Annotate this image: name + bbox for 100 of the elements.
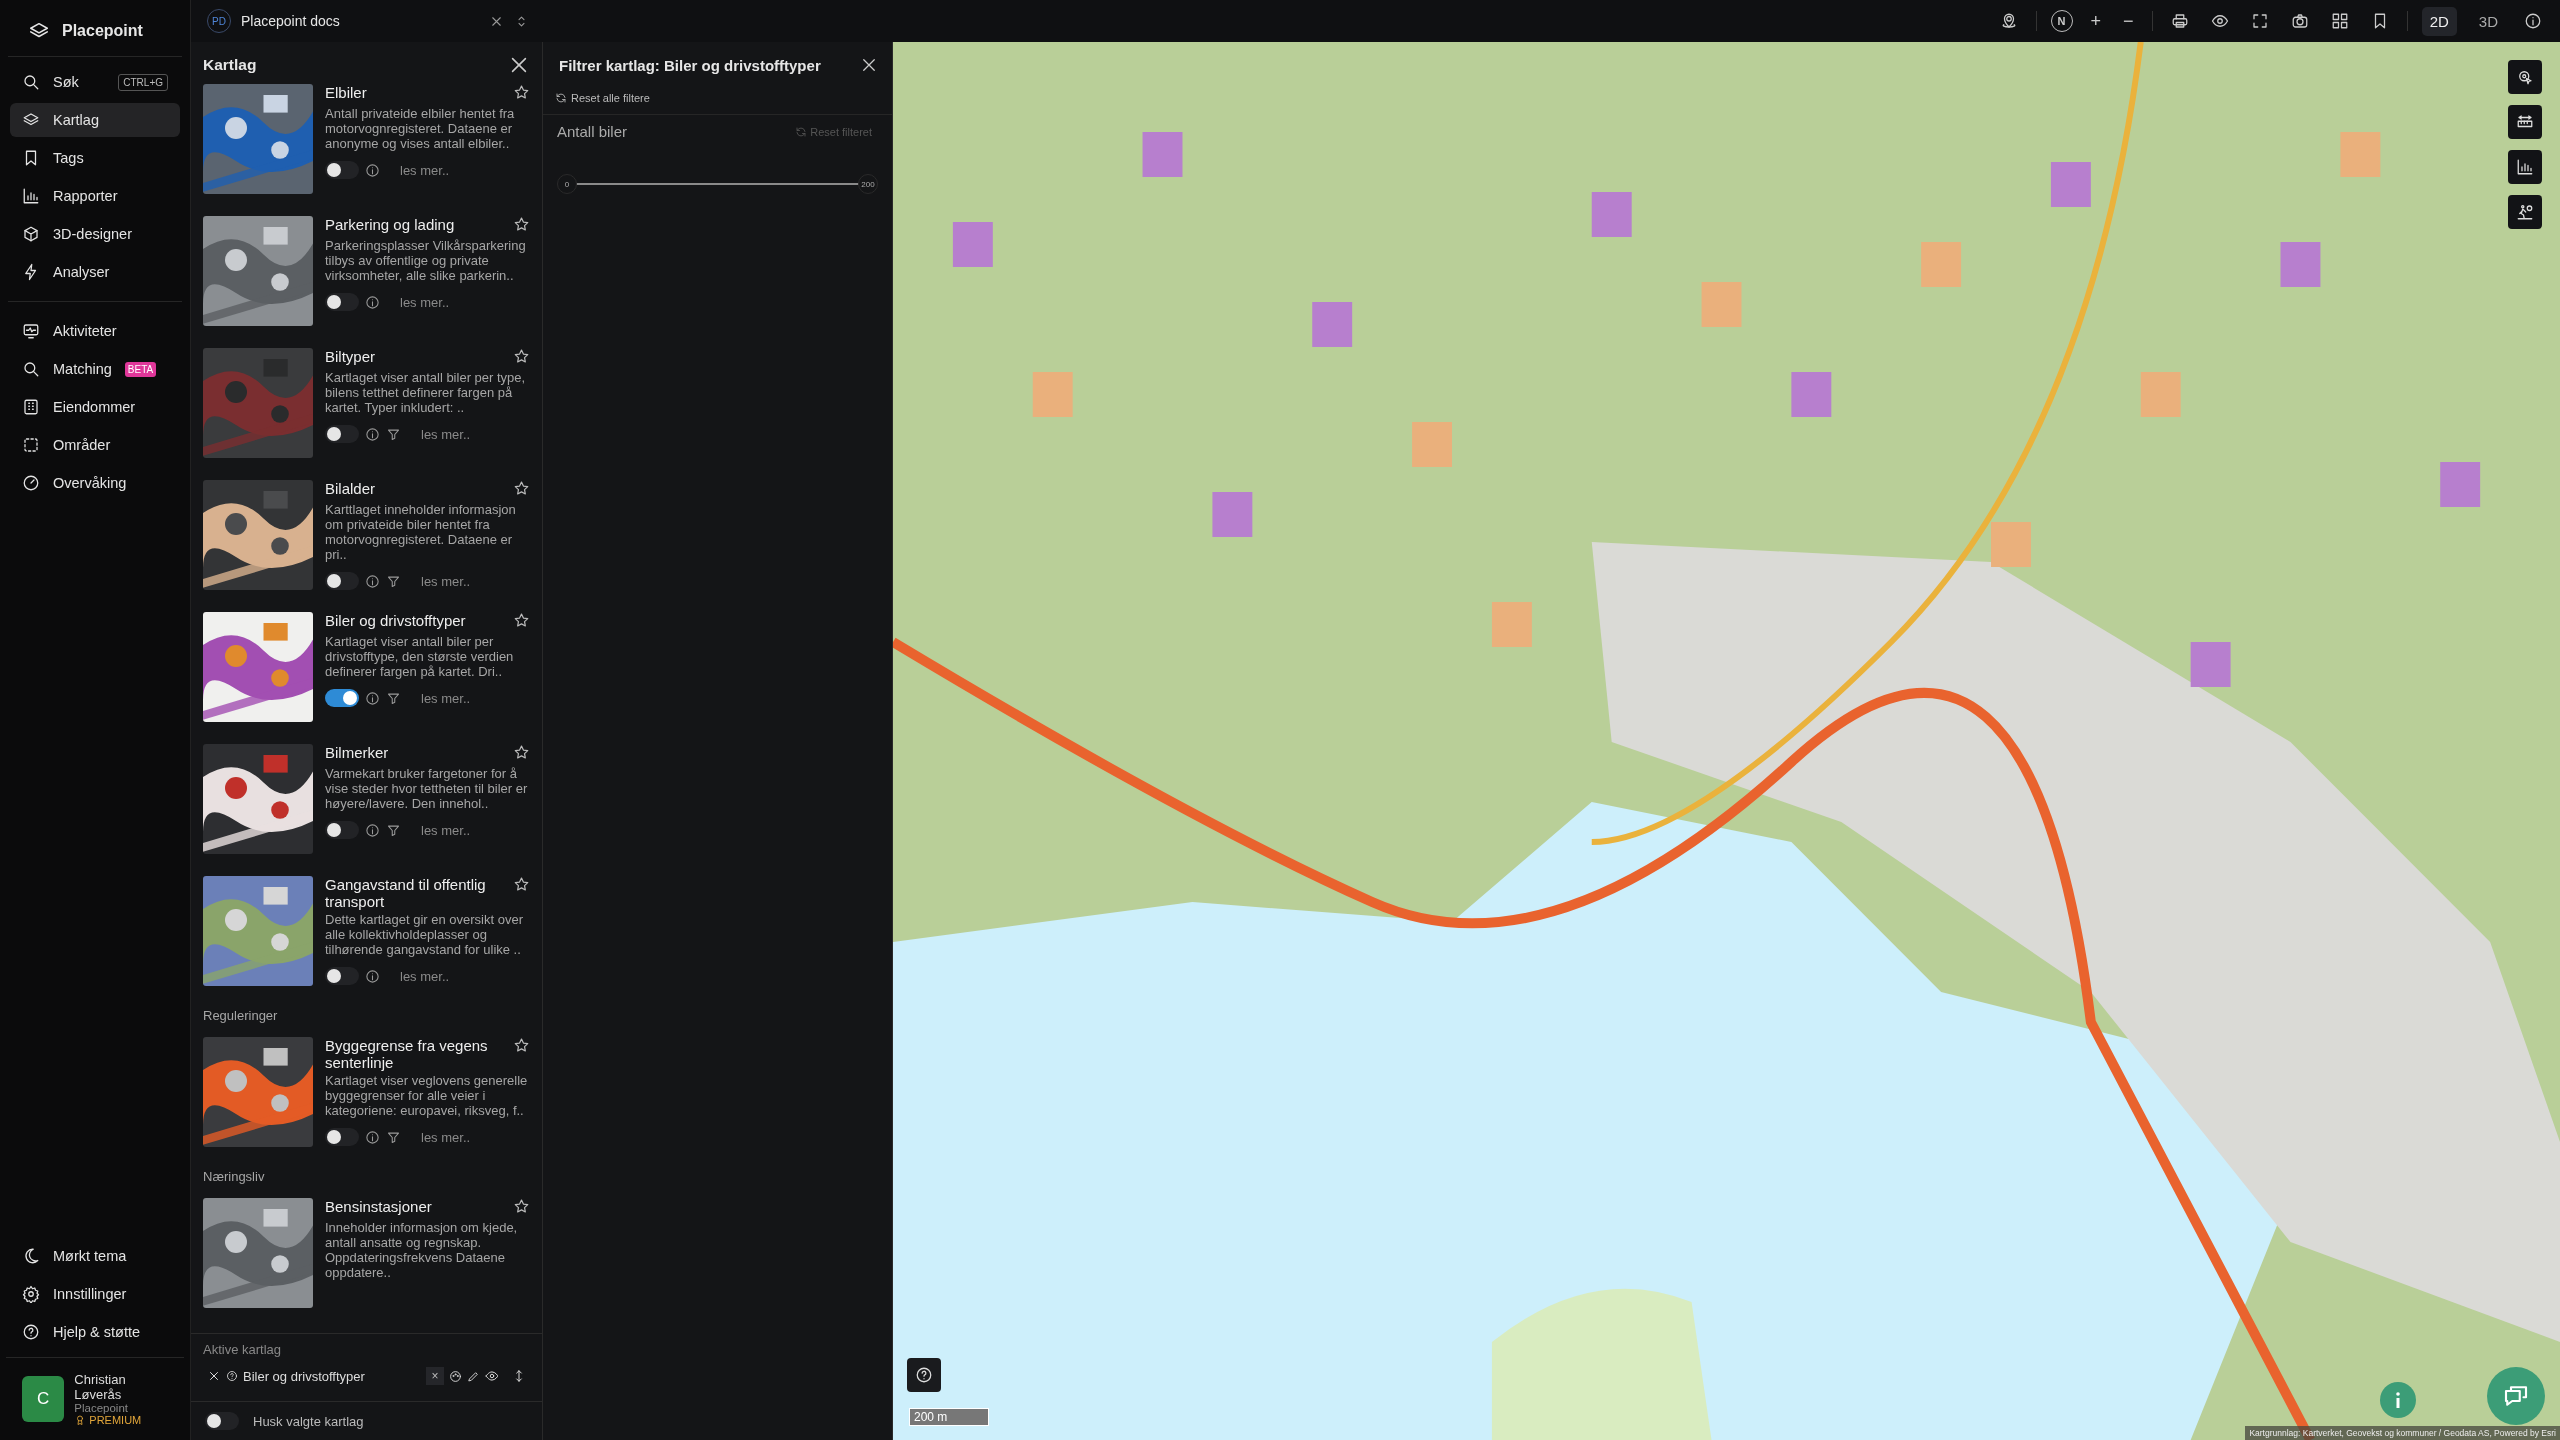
walking-person-icon — [2516, 203, 2534, 221]
search-icon — [22, 360, 40, 378]
building-icon — [22, 398, 40, 416]
section-heading: Aktive kartlag — [203, 1342, 283, 1357]
star-icon — [513, 612, 530, 629]
scale-bar: 200 m — [909, 1408, 989, 1426]
read-more-link[interactable]: les mer.. — [400, 968, 450, 984]
star-icon — [513, 744, 530, 761]
walking-distance-button[interactable] — [2508, 195, 2542, 229]
star-icon — [513, 216, 530, 233]
section-heading: Næringsliv — [203, 1169, 266, 1184]
beta-badge: BETA — [124, 361, 157, 377]
nav-item[interactable]: Matching BETA — [10, 352, 180, 386]
filter-icon — [386, 690, 401, 706]
app-name: Placepoint — [62, 22, 143, 40]
help-button[interactable] — [907, 1358, 941, 1392]
toggle-switch[interactable] — [325, 689, 359, 707]
read-more-link[interactable]: les mer.. — [421, 1129, 471, 1145]
measure-button[interactable] — [2508, 105, 2542, 139]
toggle-switch[interactable] — [325, 967, 359, 985]
bar-chart-icon — [2516, 158, 2534, 176]
brush-icon — [467, 1369, 480, 1383]
slider-thumb[interactable]: 200 — [858, 174, 878, 194]
settings-icon — [22, 1285, 40, 1303]
avatar[interactable]: C — [22, 1376, 65, 1422]
nav-item[interactable]: 3D-designer — [10, 217, 180, 251]
info-icon — [365, 822, 380, 838]
panel-title: Filtrer kartlag: Biler og drivstofftyper — [559, 56, 821, 74]
read-more-link[interactable]: les mer.. — [421, 822, 471, 838]
shortcut-badge: CTRL+G — [118, 73, 168, 91]
chart-button[interactable] — [2508, 150, 2542, 184]
clear-button[interactable]: × — [426, 1367, 444, 1385]
info-icon — [365, 573, 380, 589]
nav-item[interactable]: Overvåking — [10, 466, 180, 500]
zoom-out-button[interactable]: − — [2119, 6, 2138, 36]
filter-icon — [386, 426, 401, 442]
layer-title: Biltyper — [325, 348, 376, 367]
toggle-switch[interactable] — [325, 161, 359, 179]
read-more-link[interactable]: les mer.. — [421, 573, 471, 589]
layer-description: Antall privateide elbiler hentet fra motorvognregisteret. Dataene er anonyme og vises antall elbiler.. — [325, 106, 516, 151]
help-icon — [915, 1366, 933, 1384]
read-more-link[interactable]: les mer.. — [421, 690, 471, 706]
layer-description: Kartlaget viser veglovens generelle byggegrenser for alle veier i kategoriene: europavei, riksveg, f.. — [325, 1073, 529, 1118]
layer-title: Bensinstasjoner — [325, 1198, 432, 1217]
user-name: Christian Løverås — [74, 1372, 127, 1402]
read-more-link[interactable]: les mer.. — [400, 294, 450, 310]
layer-title: Bilalder — [325, 480, 376, 499]
toggle-switch[interactable] — [325, 572, 359, 590]
layer-title: Biler og drivstofftyper — [325, 612, 466, 631]
workspace-name[interactable]: Placepoint docs — [241, 13, 340, 29]
toggle-switch[interactable] — [205, 1412, 239, 1430]
view-mode-tab[interactable]: 3D — [2470, 6, 2506, 36]
refresh-icon — [555, 92, 567, 104]
star-icon — [513, 84, 530, 101]
layer-title: Bilmerker — [325, 744, 389, 763]
layer-description: Kartlaget viser antall biler per type, bilens tetthet definerer fargen på kartet. Typer inkludert: .. — [325, 370, 527, 415]
view-mode-tab[interactable]: 2D — [2421, 6, 2457, 36]
read-more-link[interactable]: les mer.. — [400, 162, 450, 178]
printer-icon — [2170, 12, 2189, 30]
star-icon — [513, 348, 530, 365]
close-button[interactable] — [860, 56, 878, 74]
monitor-icon — [22, 322, 40, 340]
info-icon — [365, 162, 380, 178]
nav-item[interactable]: Hjelp & støtte — [10, 1315, 180, 1349]
layer-title: Gangavstand til offentlig transport — [325, 876, 487, 910]
toggle-switch[interactable] — [325, 293, 359, 311]
nav-item[interactable]: Eiendommer — [10, 390, 180, 424]
toggle-switch[interactable] — [325, 1128, 359, 1146]
nav-item[interactable]: Søk CTRL+G — [10, 65, 180, 99]
info-icon — [365, 426, 380, 442]
cube-icon — [22, 225, 40, 243]
nav-item[interactable]: Aktiviteter — [10, 314, 180, 348]
close-icon — [207, 1369, 221, 1383]
zoom-in-button[interactable]: + — [2086, 6, 2106, 36]
nav-item[interactable]: Områder — [10, 428, 180, 462]
toggle-switch[interactable] — [325, 821, 359, 839]
read-more-link[interactable]: les mer.. — [421, 426, 471, 442]
close-icon — [860, 56, 878, 74]
plan-label: PREMIUM — [89, 1414, 142, 1426]
nav-item[interactable]: Rapporter — [10, 179, 180, 213]
info-icon — [365, 690, 380, 706]
select-tool-button[interactable] — [2508, 60, 2542, 94]
nav-item[interactable]: Mørkt tema — [10, 1239, 180, 1273]
nav-item[interactable]: Innstillinger — [10, 1277, 180, 1311]
info-icon — [365, 968, 380, 984]
eye-icon — [485, 1369, 499, 1383]
reset-all-button[interactable]: Reset alle filtere — [543, 88, 892, 115]
nav-item[interactable]: Tags — [10, 141, 180, 175]
search-icon — [22, 73, 40, 91]
toggle-switch[interactable] — [325, 425, 359, 443]
gauge-icon — [22, 474, 40, 492]
layer-description: Dette kartlaget gir en oversikt over alle kollektivholdeplasser og tilhørende gangavstand for ulike .. — [325, 912, 524, 957]
star-icon — [513, 480, 530, 497]
eye-icon — [2210, 12, 2229, 30]
help-icon — [226, 1370, 238, 1382]
nav-item[interactable]: Analyser — [10, 255, 180, 289]
palette-icon — [449, 1369, 462, 1383]
slider-thumb[interactable]: 0 — [557, 174, 577, 194]
dashed-square-icon — [22, 436, 40, 454]
nav-item[interactable]: Kartlag — [10, 103, 180, 137]
